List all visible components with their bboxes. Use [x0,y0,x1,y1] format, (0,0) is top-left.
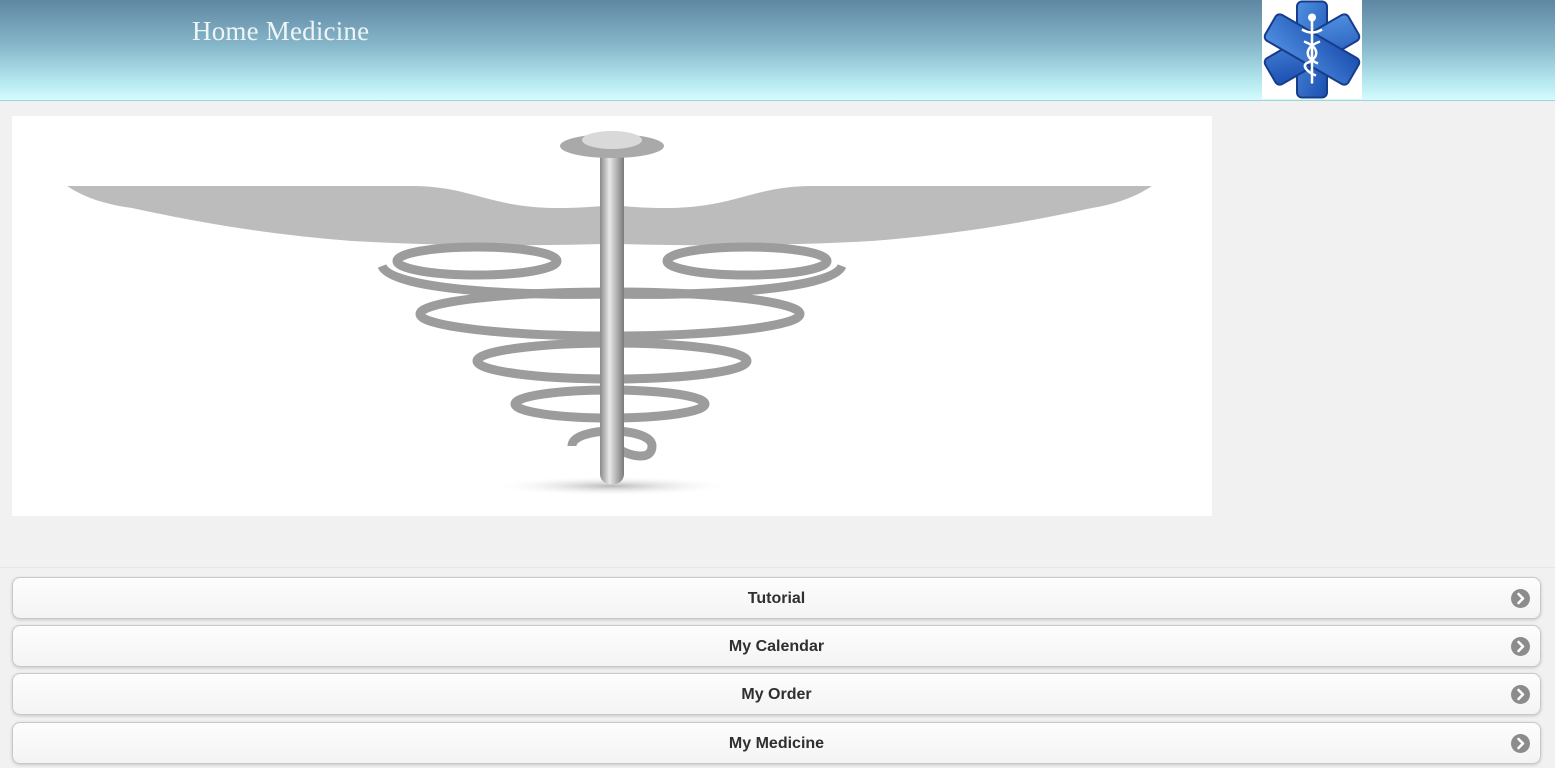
my-medicine-button[interactable]: My Medicine [12,722,1541,764]
caduceus-banner-image [12,116,1212,516]
my-medicine-button-label: My Medicine [728,735,825,752]
tutorial-button-label: Tutorial [747,590,806,607]
chevron-right-circle-icon [1511,589,1530,608]
tutorial-button[interactable]: Tutorial [12,577,1541,619]
my-order-button-label: My Order [741,686,812,703]
section-divider [0,567,1555,568]
my-calendar-button[interactable]: My Calendar [12,625,1541,667]
my-calendar-button-label: My Calendar [728,638,825,655]
app-header: Home Medicine [0,0,1555,101]
chevron-right-circle-icon [1511,637,1530,656]
chevron-right-circle-icon [1511,734,1530,753]
chevron-right-circle-icon [1511,685,1530,704]
app-title: Home Medicine [192,16,370,46]
star-of-life-logo-icon [1262,0,1362,99]
my-order-button[interactable]: My Order [12,673,1541,715]
